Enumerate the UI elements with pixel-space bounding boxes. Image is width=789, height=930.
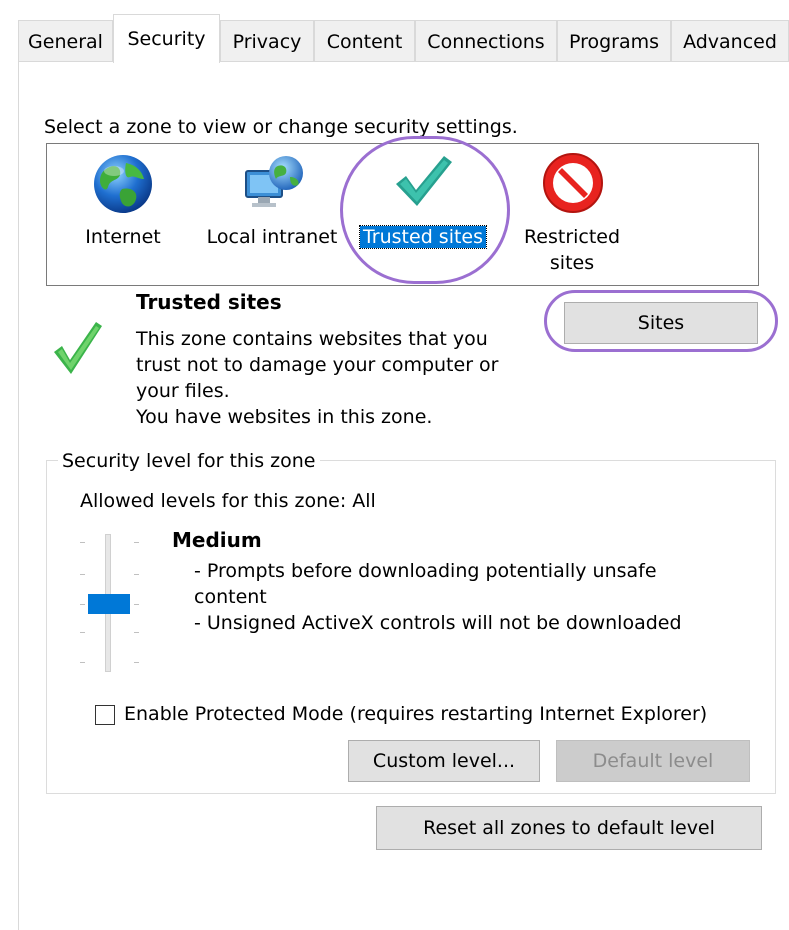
security-level-slider[interactable]	[76, 530, 146, 676]
slider-tick	[80, 632, 85, 633]
tab-privacy[interactable]: Privacy	[220, 20, 314, 62]
slider-tick	[80, 574, 85, 575]
green-checkmark-icon[interactable]	[392, 150, 454, 212]
custom-level-button[interactable]: Custom level...	[348, 740, 540, 782]
slider-thumb[interactable]	[88, 594, 130, 614]
security-level-details: - Prompts before downloading potentially…	[194, 558, 682, 636]
globe-icon[interactable]	[92, 153, 154, 215]
level-detail-line: content	[194, 586, 267, 608]
slider-tick	[134, 662, 139, 663]
sites-button[interactable]: Sites	[564, 302, 758, 344]
tab-content[interactable]: Content	[314, 20, 415, 62]
slider-tick	[134, 542, 139, 543]
slider-tick	[134, 604, 139, 605]
slider-tick	[80, 662, 85, 663]
slider-tick	[80, 604, 85, 605]
security-level-name: Medium	[172, 528, 262, 552]
zone-internet[interactable]: Internet	[66, 224, 180, 250]
slider-tick	[134, 632, 139, 633]
description-line: You have websites in this zone.	[136, 406, 433, 428]
slider-tick	[80, 542, 85, 543]
tab-advanced[interactable]: Advanced	[671, 20, 789, 62]
zone-prompt: Select a zone to view or change security…	[44, 116, 518, 138]
intranet-icon[interactable]	[242, 153, 306, 215]
protected-mode-checkbox[interactable]	[95, 705, 115, 725]
selected-zone-title: Trusted sites	[136, 290, 282, 314]
default-level-button: Default level	[556, 740, 750, 782]
reset-all-zones-button[interactable]: Reset all zones to default level	[376, 806, 762, 850]
description-line: trust not to damage your computer or	[136, 354, 499, 376]
level-detail-line: - Prompts before downloading potentially…	[194, 560, 657, 582]
tab-strip: General Security Privacy Content Connect…	[18, 14, 789, 63]
protected-mode-label[interactable]: Enable Protected Mode (requires restarti…	[124, 703, 707, 725]
level-detail-line: - Unsigned ActiveX controls will not be …	[194, 612, 682, 634]
zone-restricted-label-line2: sites	[549, 252, 595, 274]
description-line: your files.	[136, 380, 230, 402]
restricted-icon[interactable]	[540, 150, 606, 216]
allowed-levels-label: Allowed levels for this zone: All	[80, 490, 376, 512]
slider-tick	[134, 574, 139, 575]
zone-trusted-sites-label: Trusted sites	[358, 225, 488, 249]
zone-restricted-label-line1: Restricted	[523, 226, 621, 248]
zone-trusted-sites[interactable]: Trusted sites	[352, 224, 494, 250]
trusted-check-icon	[52, 318, 104, 376]
zone-local-intranet[interactable]: Local intranet	[202, 224, 342, 250]
zone-restricted-sites[interactable]: Restricted sites	[512, 224, 632, 276]
security-level-group-label: Security level for this zone	[58, 450, 320, 472]
tab-security[interactable]: Security	[113, 14, 220, 63]
selected-zone-description: This zone contains websites that you tru…	[136, 326, 498, 430]
tab-programs[interactable]: Programs	[557, 20, 671, 62]
tab-general[interactable]: General	[18, 20, 113, 62]
tab-connections[interactable]: Connections	[415, 20, 557, 62]
description-line: This zone contains websites that you	[136, 328, 488, 350]
